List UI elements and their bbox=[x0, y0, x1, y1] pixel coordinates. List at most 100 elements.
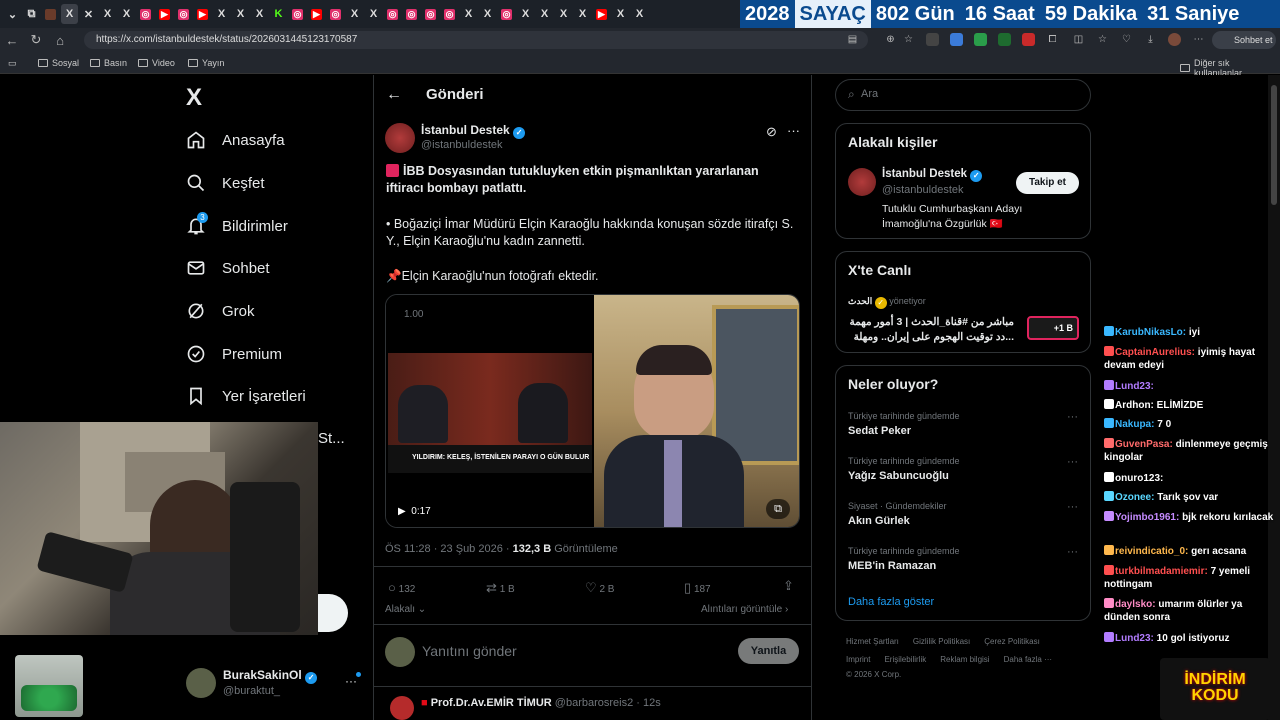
collections-icon[interactable]: ♡ bbox=[1120, 33, 1133, 46]
trend-name[interactable]: MEB'in Ramazan bbox=[848, 560, 936, 572]
tab[interactable]: X bbox=[232, 4, 249, 24]
tab[interactable]: X bbox=[574, 4, 591, 24]
trend-name[interactable]: Akın Gürlek bbox=[848, 515, 910, 527]
more-icon[interactable]: ⋯ bbox=[1192, 33, 1205, 46]
tab[interactable]: X bbox=[460, 4, 477, 24]
tab[interactable]: X bbox=[631, 4, 648, 24]
footer-link[interactable]: Reklam bilgisi bbox=[940, 655, 989, 664]
tab[interactable]: ◎ bbox=[137, 4, 154, 24]
video-player[interactable]: 1.00 YILDIRIM: KELEŞ, İSTENİLEN PARAYI O… bbox=[386, 295, 593, 527]
account-name-row[interactable]: BurakSakinOl ✓ bbox=[223, 668, 318, 684]
tab[interactable]: ◎ bbox=[441, 4, 458, 24]
back-icon[interactable]: ← bbox=[0, 33, 24, 48]
nav-messages[interactable]: Sohbet bbox=[186, 258, 270, 278]
alt-text-icon[interactable]: ⧉ bbox=[766, 499, 790, 519]
tab[interactable]: X bbox=[517, 4, 534, 24]
related-sort[interactable]: Alakalı ⌄ bbox=[385, 604, 426, 615]
tab[interactable]: X bbox=[99, 4, 116, 24]
tab[interactable]: ◎ bbox=[327, 4, 344, 24]
tab[interactable]: ◎ bbox=[384, 4, 401, 24]
trend-more-icon[interactable]: ··· bbox=[1067, 411, 1078, 423]
nav-grok[interactable]: Grok bbox=[186, 301, 255, 321]
footer-link[interactable]: Hizmet Şartları bbox=[846, 637, 899, 646]
nav-bookmarks[interactable]: Yer İşaretleri bbox=[186, 386, 306, 406]
nav-home[interactable]: Anasayfa bbox=[186, 130, 285, 150]
trend-more-icon[interactable]: ··· bbox=[1067, 546, 1078, 558]
footer-link[interactable]: Imprint bbox=[846, 655, 870, 664]
bookmark-folder[interactable]: Basın bbox=[90, 58, 127, 68]
footer-link[interactable]: Daha fazla ··· bbox=[1004, 655, 1052, 664]
tab[interactable]: ◎ bbox=[422, 4, 439, 24]
copilot-chat-button[interactable]: Sohbet et bbox=[1212, 31, 1276, 49]
trend-name[interactable]: Yağız Sabuncuoğlu bbox=[848, 470, 949, 482]
person-avatar[interactable] bbox=[848, 168, 876, 196]
bookmark-folder[interactable]: Yayın bbox=[188, 58, 224, 68]
tab[interactable]: X bbox=[555, 4, 572, 24]
extension-icon[interactable] bbox=[950, 33, 963, 46]
share-icon[interactable]: ⇪ bbox=[783, 578, 794, 594]
split-icon[interactable]: ◫ bbox=[1072, 33, 1085, 46]
workspaces-icon[interactable]: ⧉ bbox=[23, 4, 40, 24]
trend-name[interactable]: Sedat Peker bbox=[848, 425, 911, 437]
url-field[interactable]: https://x.com/istanbuldestek/status/2026… bbox=[84, 31, 868, 49]
person-name-row[interactable]: İstanbul Destek ✓ bbox=[882, 168, 983, 182]
follow-button[interactable]: Takip et bbox=[1016, 172, 1079, 194]
like-action[interactable]: ♡ 2 B bbox=[585, 580, 614, 596]
live-listeners-badge[interactable]: +1 B bbox=[1027, 316, 1079, 340]
tab[interactable]: ◎ bbox=[289, 4, 306, 24]
tab[interactable]: X bbox=[479, 4, 496, 24]
tab[interactable]: ▶ bbox=[308, 4, 325, 24]
back-arrow-icon[interactable]: ← bbox=[386, 86, 402, 104]
nav-premium[interactable]: Premium bbox=[186, 344, 282, 364]
extension-icon[interactable] bbox=[1022, 33, 1035, 46]
x-logo[interactable]: X bbox=[186, 84, 202, 112]
view-quotes-link[interactable]: Alıntıları görüntüle › bbox=[701, 604, 788, 615]
live-text[interactable]: مباشر من #قناة_الحدث | 3 أمور مهمة ...دد … bbox=[848, 315, 1014, 345]
show-more-link[interactable]: Daha fazla göster bbox=[848, 596, 934, 608]
photo-attachment[interactable]: ⧉ bbox=[594, 295, 799, 527]
extension-icon[interactable] bbox=[998, 33, 1011, 46]
tab[interactable]: ▶ bbox=[156, 4, 173, 24]
footer-link[interactable]: Çerez Politikası bbox=[984, 637, 1040, 646]
grok-explain-icon[interactable]: ⊘ bbox=[766, 124, 777, 140]
reload-icon[interactable]: ↻ bbox=[24, 32, 48, 48]
author-name-row[interactable]: İstanbul Destek ✓ bbox=[421, 123, 526, 139]
reply-action[interactable]: ○ 132 bbox=[388, 580, 415, 595]
reply-author[interactable]: Prof.Dr.Av.EMİR TİMUR bbox=[431, 697, 552, 709]
extension-icon[interactable] bbox=[926, 33, 939, 46]
reply-input[interactable]: Yanıtını gönder bbox=[422, 643, 517, 659]
account-avatar[interactable] bbox=[186, 668, 216, 698]
tab[interactable]: X bbox=[251, 4, 268, 24]
tab[interactable] bbox=[42, 4, 59, 24]
trend-more-icon[interactable]: ··· bbox=[1067, 501, 1078, 513]
tab[interactable]: X bbox=[213, 4, 230, 24]
tab-active[interactable]: X bbox=[61, 4, 78, 24]
nav-partial-label[interactable]: St... bbox=[318, 430, 345, 447]
tab[interactable]: ◎ bbox=[403, 4, 420, 24]
tab[interactable]: X bbox=[612, 4, 629, 24]
tab[interactable]: ▶ bbox=[194, 4, 211, 24]
scroll-thumb[interactable] bbox=[1271, 85, 1277, 205]
play-icon[interactable]: ▶ bbox=[398, 506, 406, 517]
tab[interactable]: X bbox=[536, 4, 553, 24]
footer-link[interactable]: Gizlilik Politikası bbox=[913, 637, 970, 646]
bookmark-folder[interactable]: Sosyal bbox=[38, 58, 79, 68]
footer-link[interactable]: Erişilebilirlik bbox=[884, 655, 926, 664]
tab[interactable]: ▶ bbox=[593, 4, 610, 24]
tab[interactable]: ◎ bbox=[498, 4, 515, 24]
star-icon[interactable]: ☆ bbox=[902, 33, 915, 46]
post-more-icon[interactable]: ··· bbox=[787, 123, 800, 138]
tab[interactable]: K bbox=[270, 4, 287, 24]
tab-list-button[interactable]: ⌄ bbox=[4, 4, 21, 24]
tab[interactable]: X bbox=[118, 4, 135, 24]
trend-more-icon[interactable]: ··· bbox=[1067, 456, 1078, 468]
zoom-icon[interactable]: ⊕ bbox=[884, 33, 897, 46]
nav-explore[interactable]: Keşfet bbox=[186, 173, 265, 193]
favorites-icon[interactable]: ☆ bbox=[1096, 33, 1109, 46]
reader-icon[interactable]: ▤ bbox=[846, 33, 859, 46]
search-box[interactable]: ⌕ Ara bbox=[835, 79, 1091, 111]
home-icon[interactable]: ⌂ bbox=[48, 33, 72, 48]
profile-avatar[interactable] bbox=[1168, 33, 1181, 46]
extension-icon[interactable] bbox=[974, 33, 987, 46]
repost-action[interactable]: ⇄ 1 B bbox=[486, 580, 515, 596]
